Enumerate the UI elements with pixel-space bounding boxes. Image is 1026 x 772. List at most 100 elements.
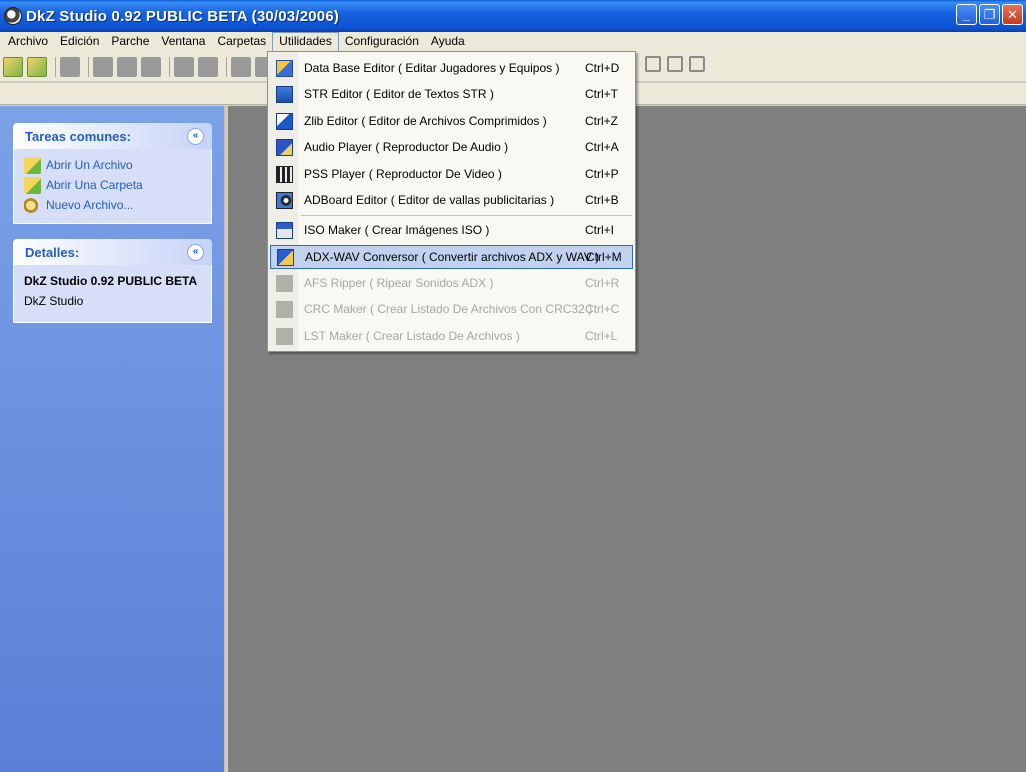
menu-item-shortcut: Ctrl+Z bbox=[585, 114, 618, 128]
tile-horizontal-icon[interactable] bbox=[667, 56, 683, 72]
menu-item-pss-player[interactable]: PSS Player ( Reproductor De Video ) Ctrl… bbox=[270, 163, 633, 187]
task-open-file[interactable]: Abrir Un Archivo bbox=[24, 155, 201, 175]
common-tasks-title: Tareas comunes: bbox=[25, 128, 131, 144]
save-icon[interactable] bbox=[60, 56, 80, 77]
menu-ayuda[interactable]: Ayuda bbox=[425, 32, 471, 52]
close-button[interactable]: ✕ bbox=[1002, 4, 1023, 25]
task-new-file[interactable]: Nuevo Archivo... bbox=[24, 195, 201, 215]
toolbar-separator bbox=[55, 56, 56, 77]
open-file-icon bbox=[24, 156, 41, 174]
menu-item-adx-wav-conversor[interactable]: ADX-WAV Conversor ( Convertir archivos A… bbox=[270, 245, 633, 269]
details-body: DkZ Studio 0.92 PUBLIC BETA DkZ Studio bbox=[13, 265, 212, 323]
menu-item-shortcut: Ctrl+D bbox=[585, 61, 620, 75]
menu-ventana[interactable]: Ventana bbox=[155, 32, 211, 52]
title-bar: DkZ Studio 0.92 PUBLIC BETA (30/03/2006)… bbox=[0, 0, 1026, 32]
menu-item-str-editor[interactable]: STR Editor ( Editor de Textos STR ) Ctrl… bbox=[270, 83, 633, 107]
common-tasks-header[interactable]: Tareas comunes: « bbox=[13, 123, 212, 149]
collapse-chevron-icon[interactable]: « bbox=[187, 243, 204, 261]
menu-item-label: ADX-WAV Conversor ( Convertir archivos A… bbox=[305, 250, 600, 264]
menu-item-database-editor[interactable]: Data Base Editor ( Editar Jugadores y Eq… bbox=[270, 57, 633, 81]
str-icon bbox=[276, 86, 293, 103]
menu-utilidades[interactable]: Utilidades bbox=[272, 32, 339, 52]
details-title: Detalles: bbox=[25, 244, 80, 260]
menu-item-label: Audio Player ( Reproductor De Audio ) bbox=[304, 140, 509, 154]
afs-icon bbox=[276, 275, 293, 292]
import-icon[interactable] bbox=[174, 56, 194, 77]
billboard-icon bbox=[276, 192, 293, 209]
task-open-folder[interactable]: Abrir Una Carpeta bbox=[24, 175, 201, 195]
cut-icon[interactable] bbox=[93, 56, 113, 77]
paste-icon[interactable] bbox=[141, 56, 161, 77]
task-link[interactable]: Nuevo Archivo... bbox=[46, 198, 133, 212]
menu-carpetas[interactable]: Carpetas bbox=[211, 32, 272, 52]
utilities-dropdown-menu: Data Base Editor ( Editar Jugadores y Eq… bbox=[267, 51, 636, 352]
menu-item-shortcut: Ctrl+T bbox=[585, 87, 618, 101]
menu-item-label: AFS Ripper ( Ripear Sonidos ADX ) bbox=[304, 276, 494, 290]
menu-item-afs-ripper: AFS Ripper ( Ripear Sonidos ADX ) Ctrl+R bbox=[270, 272, 633, 296]
convert-icon bbox=[277, 249, 294, 266]
maximize-button[interactable]: ❐ bbox=[979, 4, 1000, 25]
menu-item-label: Zlib Editor ( Editor de Archivos Comprim… bbox=[304, 114, 547, 128]
menu-item-shortcut: Ctrl+L bbox=[585, 329, 618, 343]
database-icon bbox=[276, 60, 293, 77]
menu-item-label: ADBoard Editor ( Editor de vallas public… bbox=[304, 193, 555, 207]
menu-configuracion[interactable]: Configuración bbox=[339, 32, 425, 52]
audio-icon bbox=[276, 139, 293, 156]
menu-item-label: CRC Maker ( Crear Listado De Archivos Co… bbox=[304, 302, 593, 316]
toolbar-separator bbox=[169, 56, 170, 77]
minimize-button[interactable]: _ bbox=[956, 4, 977, 25]
window-controls: _ ❐ ✕ bbox=[956, 4, 1023, 25]
menu-item-label: Data Base Editor ( Editar Jugadores y Eq… bbox=[304, 61, 560, 75]
iso-icon bbox=[276, 222, 293, 239]
menu-item-shortcut: Ctrl+A bbox=[585, 140, 619, 154]
zlib-icon bbox=[276, 113, 293, 130]
menu-item-label: PSS Player ( Reproductor De Video ) bbox=[304, 167, 502, 181]
menu-item-shortcut: Ctrl+R bbox=[585, 276, 620, 290]
app-icon[interactable] bbox=[4, 7, 22, 25]
menu-item-shortcut: Ctrl+C bbox=[585, 302, 620, 316]
common-tasks-body: Abrir Un Archivo Abrir Una Carpeta Nuevo… bbox=[13, 149, 212, 224]
menu-item-shortcut: Ctrl+B bbox=[585, 193, 619, 207]
menu-parche[interactable]: Parche bbox=[105, 32, 155, 52]
tile-vertical-icon[interactable] bbox=[689, 56, 705, 72]
crc-icon bbox=[276, 301, 293, 318]
lst-icon bbox=[276, 328, 293, 345]
open-folder-icon[interactable] bbox=[27, 56, 47, 77]
menu-item-label: ISO Maker ( Crear Imágenes ISO ) bbox=[304, 223, 490, 237]
menu-item-label: STR Editor ( Editor de Textos STR ) bbox=[304, 87, 494, 101]
menu-edicion[interactable]: Edición bbox=[54, 32, 105, 52]
menu-archivo[interactable]: Archivo bbox=[2, 32, 54, 52]
export-icon[interactable] bbox=[198, 56, 218, 77]
common-tasks-panel: Tareas comunes: « Abrir Un Archivo Abrir… bbox=[13, 123, 212, 224]
task-pane: Tareas comunes: « Abrir Un Archivo Abrir… bbox=[0, 106, 226, 772]
menu-item-adboard-editor[interactable]: ADBoard Editor ( Editor de vallas public… bbox=[270, 189, 633, 213]
copy-icon[interactable] bbox=[117, 56, 137, 77]
cascade-icon[interactable] bbox=[645, 56, 661, 72]
menu-item-shortcut: Ctrl+P bbox=[585, 167, 619, 181]
collapse-chevron-icon[interactable]: « bbox=[187, 127, 204, 145]
window-title: DkZ Studio 0.92 PUBLIC BETA (30/03/2006) bbox=[26, 7, 340, 25]
menu-item-iso-maker[interactable]: ISO Maker ( Crear Imágenes ISO ) Ctrl+I bbox=[270, 219, 633, 243]
task-link[interactable]: Abrir Una Carpeta bbox=[46, 178, 143, 192]
menu-item-shortcut: Ctrl+M bbox=[586, 250, 622, 264]
menu-item-label: LST Maker ( Crear Listado De Archivos ) bbox=[304, 329, 520, 343]
open-file-icon[interactable] bbox=[3, 56, 23, 77]
menu-item-crc-maker: CRC Maker ( Crear Listado De Archivos Co… bbox=[270, 298, 633, 322]
menu-separator bbox=[301, 215, 632, 216]
new-file-icon bbox=[24, 196, 41, 214]
details-header[interactable]: Detalles: « bbox=[13, 239, 212, 265]
menu-item-zlib-editor[interactable]: Zlib Editor ( Editor de Archivos Comprim… bbox=[270, 110, 633, 134]
details-app-name: DkZ Studio 0.92 PUBLIC BETA bbox=[24, 274, 198, 288]
forward-icon[interactable] bbox=[231, 56, 251, 77]
open-folder-icon bbox=[24, 176, 41, 194]
task-link[interactable]: Abrir Un Archivo bbox=[46, 158, 133, 172]
toolbar-separator bbox=[88, 56, 89, 77]
details-panel: Detalles: « DkZ Studio 0.92 PUBLIC BETA … bbox=[13, 239, 212, 323]
details-app-sub: DkZ Studio bbox=[24, 294, 84, 308]
menu-bar: Archivo Edición Parche Ventana Carpetas … bbox=[0, 32, 1026, 52]
toolbar-separator bbox=[226, 56, 227, 77]
menu-item-lst-maker: LST Maker ( Crear Listado De Archivos ) … bbox=[270, 325, 633, 349]
window-layout-tools bbox=[645, 56, 711, 72]
video-icon bbox=[276, 166, 293, 183]
menu-item-audio-player[interactable]: Audio Player ( Reproductor De Audio ) Ct… bbox=[270, 136, 633, 160]
